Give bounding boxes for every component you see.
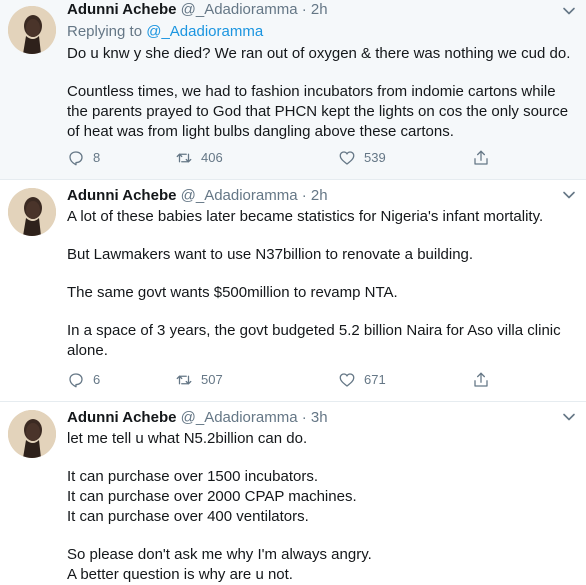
tweet-text: A lot of these babies later became stati… (67, 207, 572, 361)
timestamp[interactable]: 2h (311, 1, 328, 18)
reply-icon (67, 371, 85, 389)
replying-to-label: Replying to (67, 23, 143, 40)
share-button[interactable] (472, 148, 490, 168)
heart-icon (338, 371, 356, 389)
reply-count: 6 (93, 372, 101, 387)
author-handle[interactable]: @_Adadioramma (181, 409, 298, 426)
retweet-count: 507 (201, 372, 223, 387)
chevron-down-icon[interactable] (562, 410, 576, 424)
chevron-down-icon[interactable] (562, 188, 576, 202)
author-name[interactable]: Adunni Achebe (67, 409, 176, 426)
tweet-2[interactable]: Adunni Achebe @_Adadioramma · 2h A lot o… (0, 180, 586, 402)
tweet-header: Adunni Achebe @_Adadioramma · 3h (67, 408, 328, 428)
tweet-paragraph: Do u knw y she died? We ran out of oxyge… (67, 45, 571, 62)
reply-count: 8 (93, 150, 101, 165)
reply-button[interactable]: 8 (67, 148, 100, 168)
author-handle[interactable]: @_Adadioramma (181, 187, 298, 204)
reply-icon (67, 149, 85, 167)
avatar-image (8, 188, 56, 236)
tweet-line: It can purchase over 2000 CPAP machines. (67, 488, 357, 505)
tweet-line: let me tell u what N5.2billion can do. (67, 430, 308, 447)
separator: · (301, 187, 307, 204)
tweet-line: A better question is why are u not. (67, 566, 293, 583)
share-button[interactable] (472, 370, 490, 390)
tweet-line: So please don't ask me why I'm always an… (67, 546, 372, 563)
tweet-line: It can purchase over 400 ventilators. (67, 508, 309, 525)
avatar-image (8, 6, 56, 54)
tweet-header: Adunni Achebe @_Adadioramma · 2h (67, 186, 328, 206)
tweet-paragraph: In a space of 3 years, the govt budgeted… (67, 322, 561, 359)
avatar-image (8, 410, 56, 458)
avatar[interactable] (8, 6, 56, 54)
share-icon (472, 149, 490, 167)
like-button[interactable]: 539 (338, 148, 386, 168)
tweet-line: It can purchase over 1500 incubators. (67, 468, 318, 485)
separator: · (301, 1, 307, 18)
tweet-paragraph: The same govt wants $500million to revam… (67, 284, 398, 301)
share-icon (472, 371, 490, 389)
tweet-paragraph: A lot of these babies later became stati… (67, 208, 544, 225)
tweet-1[interactable]: Adunni Achebe @_Adadioramma · 2h Replyin… (0, 0, 586, 180)
tweet-paragraph: Countless times, we had to fashion incub… (67, 83, 569, 140)
tweet-3[interactable]: Adunni Achebe @_Adadioramma · 3h let me … (0, 402, 586, 583)
tweet-text: Do u knw y she died? We ran out of oxyge… (67, 44, 572, 142)
timestamp[interactable]: 3h (311, 409, 328, 426)
author-name[interactable]: Adunni Achebe (67, 187, 176, 204)
tweet-text: let me tell u what N5.2billion can do. I… (67, 429, 572, 585)
retweet-icon (175, 371, 193, 389)
timestamp[interactable]: 2h (311, 187, 328, 204)
avatar[interactable] (8, 188, 56, 236)
author-name[interactable]: Adunni Achebe (67, 1, 176, 18)
chevron-down-icon[interactable] (562, 4, 576, 18)
separator: · (301, 409, 307, 426)
heart-icon (338, 149, 356, 167)
retweet-count: 406 (201, 150, 223, 165)
tweet-header: Adunni Achebe @_Adadioramma · 2h (67, 0, 328, 20)
replying-to-handle[interactable]: @_Adadioramma (146, 23, 263, 40)
avatar[interactable] (8, 410, 56, 458)
like-count: 539 (364, 150, 386, 165)
tweet-paragraph: But Lawmakers want to use N37billion to … (67, 246, 474, 263)
retweet-button[interactable]: 406 (175, 148, 223, 168)
retweet-icon (175, 149, 193, 167)
like-button[interactable]: 671 (338, 370, 386, 390)
reply-button[interactable]: 6 (67, 370, 100, 390)
like-count: 671 (364, 372, 386, 387)
author-handle[interactable]: @_Adadioramma (181, 1, 298, 18)
replying-to: Replying to @_Adadioramma (67, 22, 263, 42)
retweet-button[interactable]: 507 (175, 370, 223, 390)
